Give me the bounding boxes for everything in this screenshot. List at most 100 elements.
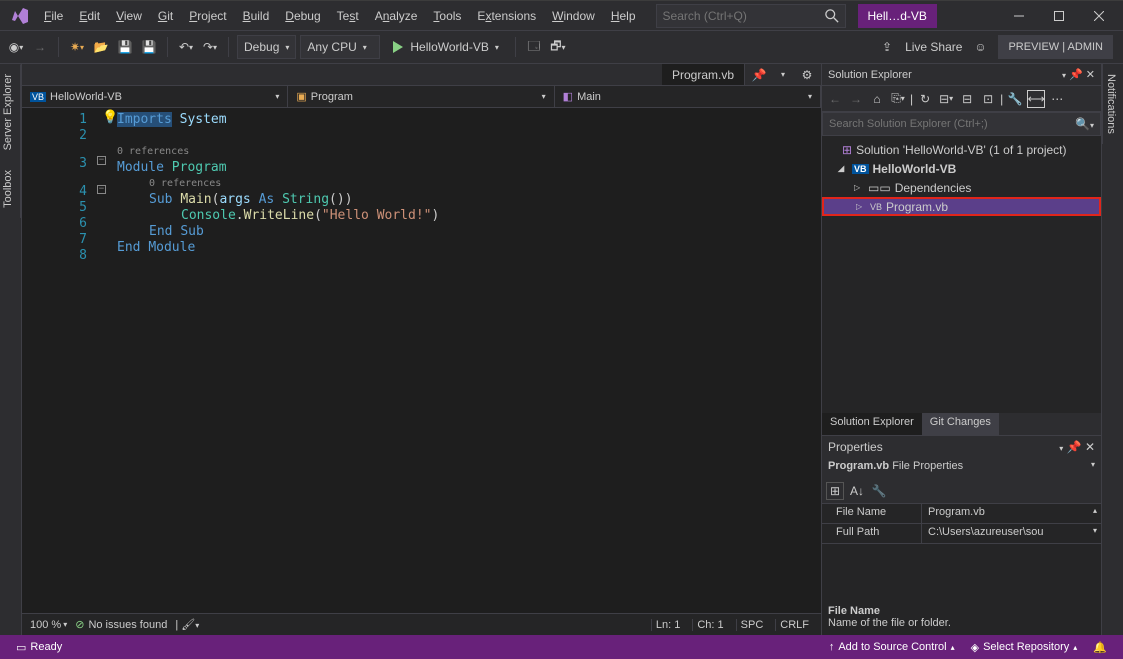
- zoom-selector[interactable]: 100 % ▾: [30, 619, 67, 631]
- close-icon[interactable]: ✕: [1086, 69, 1095, 81]
- properties-icon[interactable]: 🔧: [1006, 90, 1024, 108]
- solution-tree[interactable]: ⊞Solution 'HelloWorld-VB' (1 of 1 projec…: [822, 136, 1101, 413]
- properties-toolbar: ⊞ A↓ 🔧: [822, 478, 1101, 504]
- line-indicator[interactable]: Ln: 1: [651, 619, 684, 631]
- close-button[interactable]: [1079, 1, 1119, 31]
- prop-key-filename: File Name: [822, 504, 922, 523]
- search-box[interactable]: [656, 4, 846, 28]
- nav-fwd-icon[interactable]: →: [30, 37, 50, 57]
- add-source-control[interactable]: ↑ Add to Source Control ▴: [821, 641, 963, 653]
- redo-icon[interactable]: ↷▾: [200, 37, 220, 57]
- solution-search-input[interactable]: [829, 118, 1075, 130]
- live-share-icon[interactable]: ⇪: [877, 37, 897, 57]
- close-icon[interactable]: ✕: [1085, 440, 1095, 454]
- pin-icon[interactable]: 📌: [1067, 440, 1082, 454]
- prop-val-fullpath[interactable]: C:\Users\azureuser\sou: [922, 524, 1050, 543]
- save-icon[interactable]: 💾: [115, 37, 135, 57]
- tool-icon-1[interactable]: 🗔: [524, 37, 544, 57]
- tab-menu-icon[interactable]: ▾: [773, 65, 793, 85]
- nav-type[interactable]: ▣Program▾: [288, 86, 554, 107]
- solution-title-chip: Hell…d-VB: [858, 4, 937, 28]
- start-debug-button[interactable]: HelloWorld-VB▾: [384, 35, 506, 59]
- menu-window[interactable]: Window: [544, 5, 603, 27]
- search-input[interactable]: [663, 9, 825, 23]
- select-repository[interactable]: ◈ Select Repository ▴: [963, 641, 1086, 654]
- menu-git[interactable]: Git: [150, 5, 181, 27]
- sort-icon[interactable]: A↓: [848, 482, 866, 500]
- tab-notifications[interactable]: Notifications: [1102, 64, 1119, 144]
- platform-dropdown[interactable]: Any CPU▾: [300, 35, 380, 59]
- categorize-icon[interactable]: ⊞: [826, 482, 844, 500]
- back-icon[interactable]: ←: [826, 90, 844, 108]
- status-ready: ▭ Ready: [8, 641, 70, 654]
- more-icon[interactable]: ⋯: [1048, 90, 1066, 108]
- menu-build[interactable]: Build: [235, 5, 278, 27]
- nav-member[interactable]: ◧Main▾: [555, 86, 821, 107]
- save-all-icon[interactable]: 💾: [139, 37, 159, 57]
- preview-icon[interactable]: ⟷: [1027, 90, 1045, 108]
- dependencies-node[interactable]: ▷▭▭Dependencies: [822, 178, 1101, 197]
- file-node[interactable]: ▷VBProgram.vb: [822, 197, 1101, 216]
- menu-help[interactable]: Help: [603, 5, 644, 27]
- nav-back-icon[interactable]: ◉▾: [6, 37, 26, 57]
- maximize-button[interactable]: [1039, 1, 1079, 31]
- tab-toolbox[interactable]: Toolbox: [0, 160, 21, 218]
- live-share-label[interactable]: Live Share: [905, 40, 962, 54]
- right-panel: Solution Explorer ▾ 📌 ✕ ← → ⌂ ⎘▾ | ↻ ⊟▾ …: [821, 64, 1101, 635]
- notifications-bell-icon[interactable]: 🔔: [1085, 641, 1115, 654]
- switch-view-icon[interactable]: ⎘▾: [889, 90, 907, 108]
- solution-node[interactable]: ⊞Solution 'HelloWorld-VB' (1 of 1 projec…: [822, 140, 1101, 159]
- menu-edit[interactable]: Edit: [71, 5, 108, 27]
- tool-icon-2[interactable]: 🗗▾: [548, 37, 568, 57]
- solution-search[interactable]: 🔍▾: [822, 112, 1101, 136]
- health-indicator[interactable]: | 🖌▾: [175, 618, 199, 631]
- panel-dropdown-icon[interactable]: ▾: [1059, 444, 1063, 453]
- menu-test[interactable]: Test: [329, 5, 367, 27]
- config-dropdown[interactable]: Debug▾: [237, 35, 296, 59]
- feedback-icon[interactable]: ☺: [970, 37, 990, 57]
- lightbulb-icon[interactable]: 💡: [102, 110, 118, 126]
- undo-icon[interactable]: ↶▾: [176, 37, 196, 57]
- open-icon[interactable]: 📂: [91, 37, 111, 57]
- props-page-icon[interactable]: 🔧: [870, 482, 888, 500]
- menu-debug[interactable]: Debug: [277, 5, 328, 27]
- menu-project[interactable]: Project: [181, 5, 234, 27]
- fwd-icon[interactable]: →: [847, 90, 865, 108]
- properties-panel: Properties ▾ 📌 ✕ Program.vb File Propert…: [822, 435, 1101, 635]
- menu-view[interactable]: View: [108, 5, 150, 27]
- panel-dropdown-icon[interactable]: ▾: [1062, 71, 1066, 80]
- pin-icon[interactable]: 📌: [749, 65, 769, 85]
- nav-project[interactable]: VBHelloWorld-VB▾: [22, 86, 288, 107]
- no-issues-indicator[interactable]: ⊘No issues found: [75, 618, 167, 631]
- tab-server-explorer[interactable]: Server Explorer: [0, 64, 21, 160]
- properties-object[interactable]: Program.vb File Properties ▾: [822, 458, 1101, 478]
- sync-icon[interactable]: ↻: [916, 90, 934, 108]
- collapse-icon[interactable]: ⊟: [958, 90, 976, 108]
- spaces-indicator[interactable]: SPC: [736, 619, 768, 631]
- code-content[interactable]: 💡 Imports System 0 references Module Pro…: [117, 108, 821, 613]
- code-editor[interactable]: 12345678 − − 💡 Imports System 0 referenc…: [22, 108, 821, 613]
- menu-file[interactable]: File: [36, 5, 71, 27]
- col-indicator[interactable]: Ch: 1: [692, 619, 727, 631]
- home-icon[interactable]: ⌂: [868, 90, 886, 108]
- menu-tools[interactable]: Tools: [425, 5, 469, 27]
- properties-grid[interactable]: File NameProgram.vb▴ Full PathC:\Users\a…: [822, 504, 1101, 599]
- tab-solution-explorer[interactable]: Solution Explorer: [822, 413, 922, 435]
- document-tab[interactable]: Program.vb: [662, 64, 745, 85]
- menu-extensions[interactable]: Extensions: [469, 5, 544, 27]
- titlebar: File Edit View Git Project Build Debug T…: [0, 0, 1123, 30]
- expand-down-icon[interactable]: ▾: [1089, 524, 1101, 543]
- gear-icon[interactable]: ⚙: [797, 65, 817, 85]
- collapse-up-icon[interactable]: ▴: [1089, 504, 1101, 523]
- prop-val-filename[interactable]: Program.vb: [922, 504, 991, 523]
- filter-icon[interactable]: ⊟▾: [937, 90, 955, 108]
- new-item-icon[interactable]: ✷▾: [67, 37, 87, 57]
- menu-analyze[interactable]: Analyze: [367, 5, 426, 27]
- tab-git-changes[interactable]: Git Changes: [922, 413, 999, 435]
- project-node[interactable]: ◢VBHelloWorld-VB: [822, 159, 1101, 178]
- minimize-button[interactable]: [999, 1, 1039, 31]
- preview-admin-badge[interactable]: PREVIEW | ADMIN: [998, 35, 1113, 59]
- pin-icon[interactable]: 📌: [1069, 69, 1083, 81]
- show-all-icon[interactable]: ⊡: [979, 90, 997, 108]
- lineending-indicator[interactable]: CRLF: [775, 619, 813, 631]
